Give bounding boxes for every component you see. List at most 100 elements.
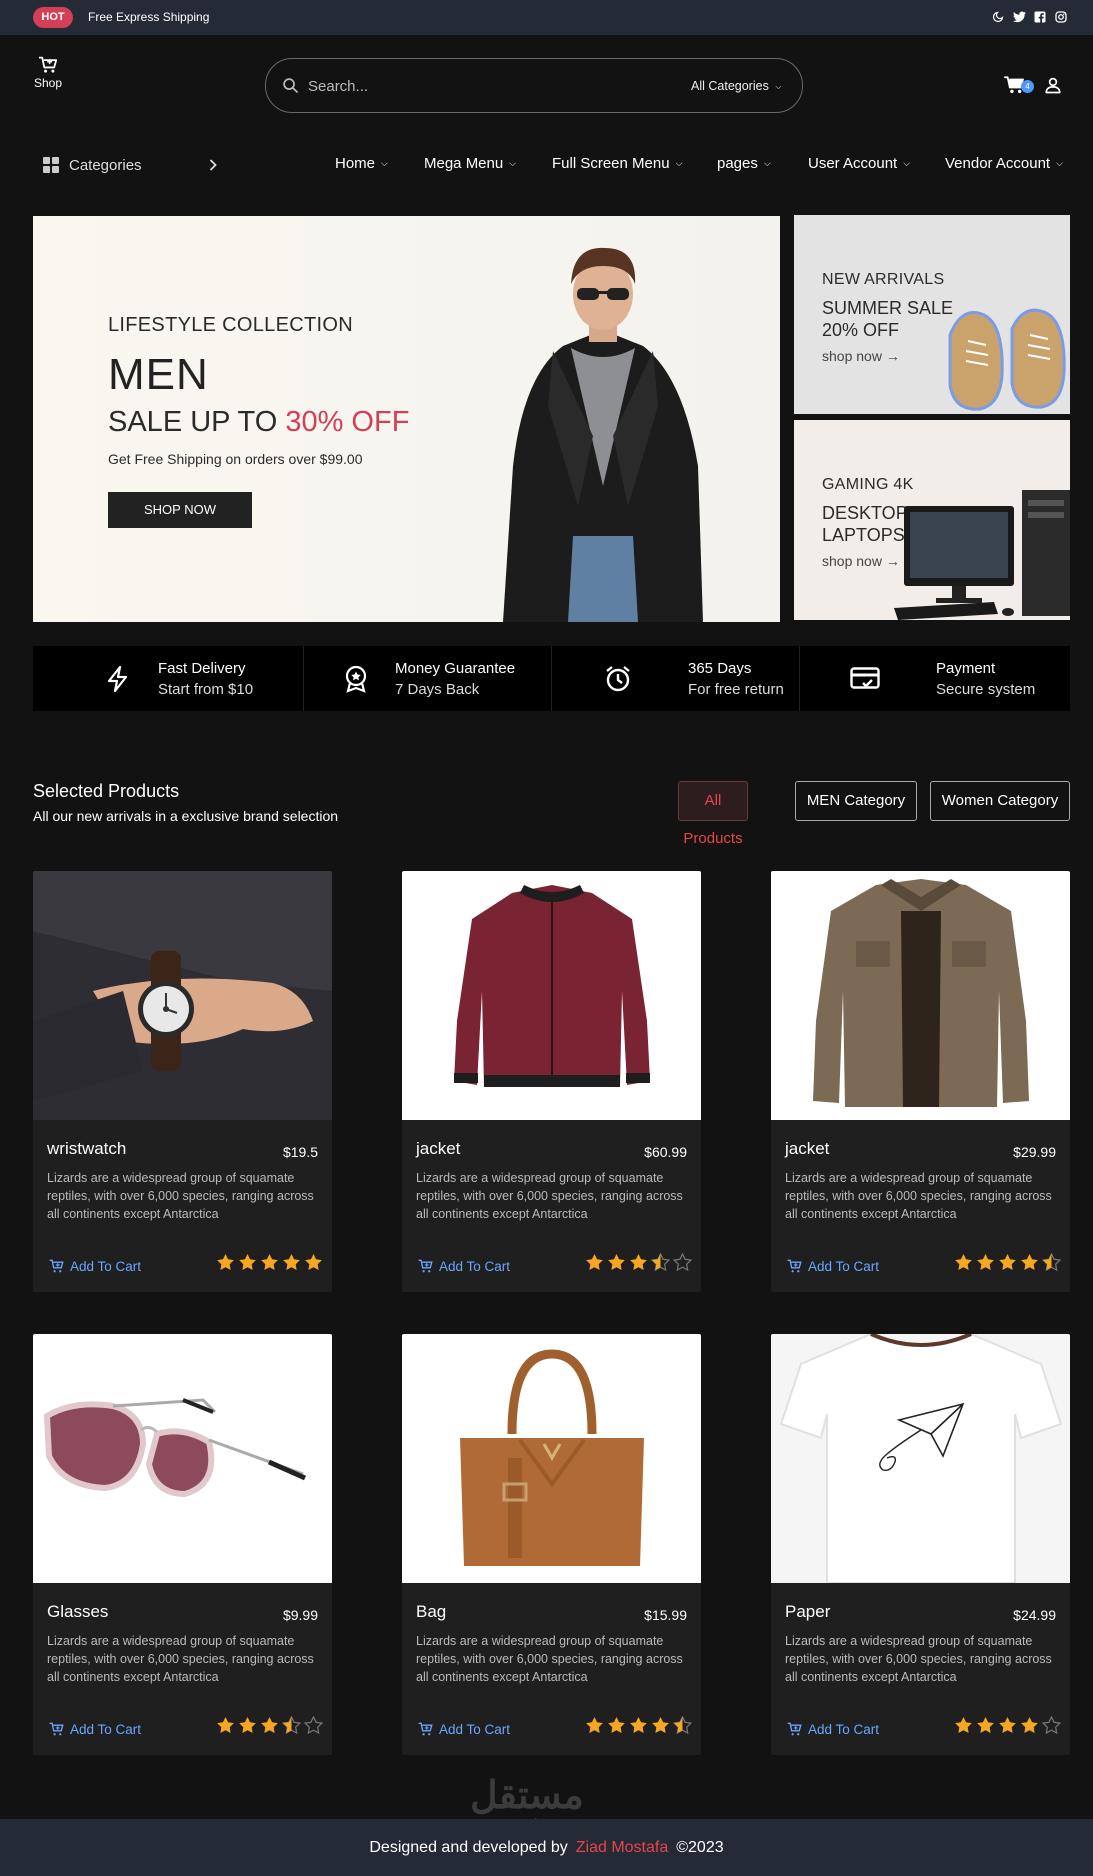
add-to-cart-label: Add To Cart xyxy=(70,1259,142,1274)
categories-label: Categories xyxy=(69,157,142,174)
product-image[interactable] xyxy=(771,871,1070,1120)
hero-sale-highlight: 30% OFF xyxy=(285,406,410,438)
section-subtitle: All our new arrivals in a exclusive bran… xyxy=(33,808,339,824)
star-filled-icon xyxy=(954,1253,973,1272)
service-subtitle: For free return xyxy=(688,681,784,698)
rating-stars xyxy=(954,1252,1062,1272)
categories-button[interactable]: Categories xyxy=(33,150,223,180)
desktop-computer-image xyxy=(894,490,1070,620)
product-price: $60.99 xyxy=(644,1144,687,1160)
filter-all-products[interactable]: All Products xyxy=(678,781,748,847)
star-filled-icon xyxy=(216,1253,235,1272)
add-to-cart-button[interactable]: Add To Cart xyxy=(787,1719,879,1737)
nav-full-screen-menu[interactable]: Full Screen Menu ⌵ xyxy=(552,155,682,172)
product-description: Lizards are a widespread group of squama… xyxy=(785,1634,1052,1684)
service-title: Money Guarantee xyxy=(395,660,516,677)
add-to-cart-button[interactable]: Add To Cart xyxy=(787,1256,879,1274)
nav-vendor-account[interactable]: Vendor Account ⌵ xyxy=(945,155,1063,172)
search-category-dropdown[interactable]: All Categories ⌵ xyxy=(691,79,781,93)
chevron-down-icon: ⌵ xyxy=(775,82,782,91)
twitter-icon[interactable] xyxy=(1012,10,1026,24)
user-icon xyxy=(1045,77,1061,94)
product-image[interactable] xyxy=(771,1334,1070,1583)
promo-summer-sale[interactable]: NEW ARRIVALS SUMMER SALE 20% OFF shop no… xyxy=(794,215,1070,414)
grid-icon xyxy=(43,157,59,173)
shop-now-link[interactable]: shop now → xyxy=(822,553,900,569)
product-name[interactable]: wristwatch xyxy=(47,1139,126,1159)
services-bar: Fast Delivery Start from $10 Money Guara… xyxy=(33,646,1070,711)
nav-mega-menu[interactable]: Mega Menu ⌵ xyxy=(424,155,516,172)
search-input[interactable] xyxy=(308,73,668,99)
nav-home[interactable]: Home ⌵ xyxy=(335,155,388,172)
star-empty-icon xyxy=(672,1252,693,1272)
search-bar: All Categories ⌵ xyxy=(265,58,803,113)
nav-user-account-label: User Account xyxy=(808,155,898,172)
product-image[interactable] xyxy=(33,871,332,1120)
search-icon xyxy=(282,77,299,99)
facebook-icon[interactable] xyxy=(1033,10,1047,24)
add-cart-icon xyxy=(418,1722,433,1736)
star-filled-icon xyxy=(629,1253,648,1272)
product-card: jacket $29.99 Lizards are a widespread g… xyxy=(771,871,1070,1292)
star-filled-icon xyxy=(585,1253,604,1272)
rating-stars xyxy=(585,1715,693,1735)
add-to-cart-button[interactable]: Add To Cart xyxy=(418,1719,510,1737)
star-filled-icon xyxy=(260,1253,279,1272)
lightning-icon xyxy=(107,666,128,692)
product-name[interactable]: Bag xyxy=(416,1602,446,1622)
dark-mode-icon[interactable] xyxy=(991,10,1005,24)
add-to-cart-button[interactable]: Add To Cart xyxy=(418,1256,510,1274)
footer: Designed and developed by Ziad Mostafa ©20… xyxy=(0,1819,1093,1876)
product-description: Lizards are a widespread group of squama… xyxy=(416,1634,683,1684)
promo-gaming[interactable]: GAMING 4K DESKTOPS & LAPTOPS shop now → xyxy=(794,420,1070,620)
nav-pages[interactable]: pages ⌵ xyxy=(717,155,771,172)
product-name[interactable]: jacket xyxy=(785,1139,829,1159)
product-price: $19.5 xyxy=(282,1144,318,1160)
chevron-down-icon: ⌵ xyxy=(381,158,388,168)
product-card: jacket $60.99 Lizards are a widespread g… xyxy=(402,871,701,1292)
product-card: Paper $24.99 Lizards are a widespread gr… xyxy=(771,1334,1070,1755)
star-filled-icon xyxy=(607,1716,626,1735)
star-filled-icon xyxy=(216,1716,235,1735)
medal-icon xyxy=(345,665,367,693)
product-card: wristwatch $19.5 Lizards are a widesprea… xyxy=(33,871,332,1292)
hero-title: MEN xyxy=(108,350,209,399)
service-title: 365 Days xyxy=(688,660,752,677)
service-fast-delivery: Fast Delivery Start from $10 xyxy=(33,646,303,711)
footer-year: ©2023 xyxy=(676,1839,724,1856)
filter-women-category[interactable]: Women Category xyxy=(930,781,1070,821)
product-price: $9.99 xyxy=(282,1607,318,1623)
add-to-cart-button[interactable]: Add To Cart xyxy=(49,1719,141,1737)
shop-logo[interactable]: Shop xyxy=(30,56,66,90)
shop-now-link[interactable]: shop now → xyxy=(822,348,900,364)
product-price: $15.99 xyxy=(644,1607,687,1623)
footer-author-link[interactable]: Ziad Mostafa xyxy=(576,1839,668,1856)
filter-men-category[interactable]: MEN Category xyxy=(795,781,917,821)
shop-now-button[interactable]: SHOP NOW xyxy=(108,492,252,528)
service-title: Fast Delivery xyxy=(158,660,246,677)
user-account-button[interactable] xyxy=(1044,76,1062,99)
nav-pages-label: pages xyxy=(717,155,758,172)
chevron-down-icon: ⌵ xyxy=(675,158,683,168)
product-name[interactable]: Glasses xyxy=(47,1602,108,1622)
top-bar-text: Free Express Shipping xyxy=(88,10,210,24)
product-image[interactable] xyxy=(402,1334,701,1583)
instagram-icon[interactable] xyxy=(1054,10,1068,24)
add-to-cart-button[interactable]: Add To Cart xyxy=(49,1256,141,1274)
product-name[interactable]: jacket xyxy=(416,1139,460,1159)
hero-sale-prefix: SALE UP TO xyxy=(108,406,286,438)
star-filled-icon xyxy=(607,1253,626,1272)
star-filled-icon xyxy=(260,1716,279,1735)
product-card: Glasses $9.99 Lizards are a widespread g… xyxy=(33,1334,332,1755)
add-to-cart-label: Add To Cart xyxy=(439,1259,511,1274)
nav-user-account[interactable]: User Account ⌵ xyxy=(808,155,910,172)
search-category-label: All Categories xyxy=(691,79,769,93)
add-cart-icon xyxy=(49,1259,64,1273)
product-name[interactable]: Paper xyxy=(785,1602,830,1622)
product-image[interactable] xyxy=(402,871,701,1120)
star-filled-icon xyxy=(238,1253,257,1272)
product-image[interactable] xyxy=(33,1334,332,1583)
star-filled-icon xyxy=(976,1716,995,1735)
star-filled-icon xyxy=(629,1716,648,1735)
rating-stars xyxy=(954,1715,1062,1735)
